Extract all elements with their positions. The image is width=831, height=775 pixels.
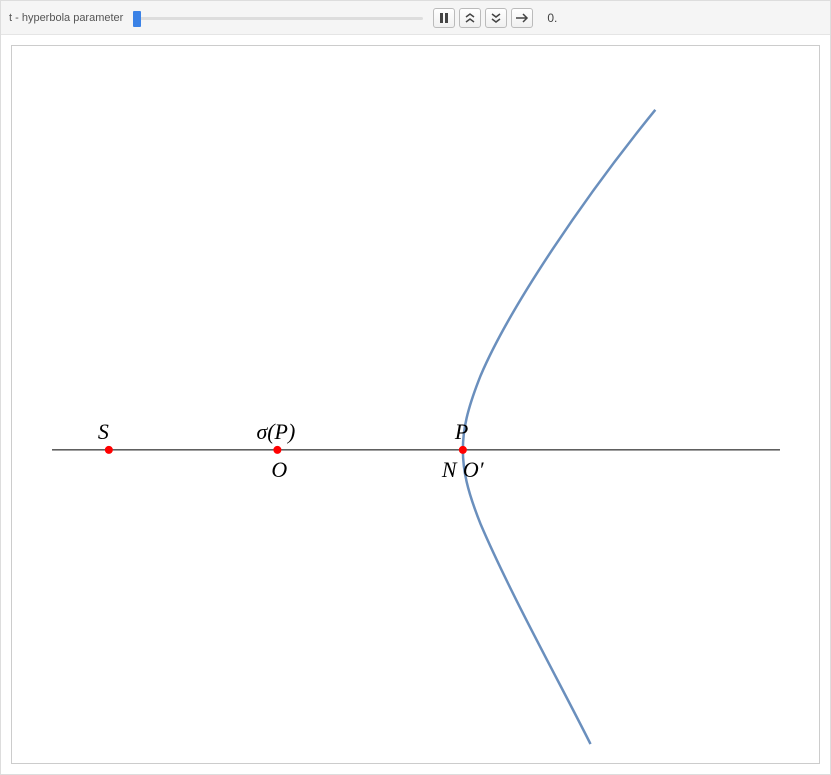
pause-icon <box>439 13 449 23</box>
slider-track <box>133 17 423 20</box>
double-chevron-down-icon <box>490 13 502 23</box>
arrow-right-icon <box>515 13 529 23</box>
run-forward-button[interactable] <box>511 8 533 28</box>
point-p <box>459 446 467 454</box>
control-bar: t - hyperbola parameter <box>1 1 830 35</box>
slider-label: t - hyperbola parameter <box>9 12 123 24</box>
step-down-button[interactable] <box>485 8 507 28</box>
slider-thumb[interactable] <box>133 11 141 27</box>
manipulator-panel: t - hyperbola parameter <box>0 0 831 775</box>
plot-area: S σ(P) O P N O′ <box>1 35 830 774</box>
point-s <box>105 446 113 454</box>
point-sigma-p <box>273 446 281 454</box>
label-n: N <box>441 457 458 482</box>
value-readout: 0. <box>547 11 557 25</box>
play-pause-button[interactable] <box>433 8 455 28</box>
plot-box: S σ(P) O P N O′ <box>11 45 820 764</box>
parameter-slider[interactable] <box>133 9 423 27</box>
hyperbola-curve <box>463 110 655 744</box>
label-o-prime: O′ <box>463 457 485 482</box>
step-up-button[interactable] <box>459 8 481 28</box>
label-s: S <box>98 419 109 444</box>
label-o: O <box>271 457 287 482</box>
label-p: P <box>454 419 468 444</box>
double-chevron-up-icon <box>464 13 476 23</box>
diagram-svg: S σ(P) O P N O′ <box>12 46 819 763</box>
label-sigma-p: σ(P) <box>256 419 295 444</box>
